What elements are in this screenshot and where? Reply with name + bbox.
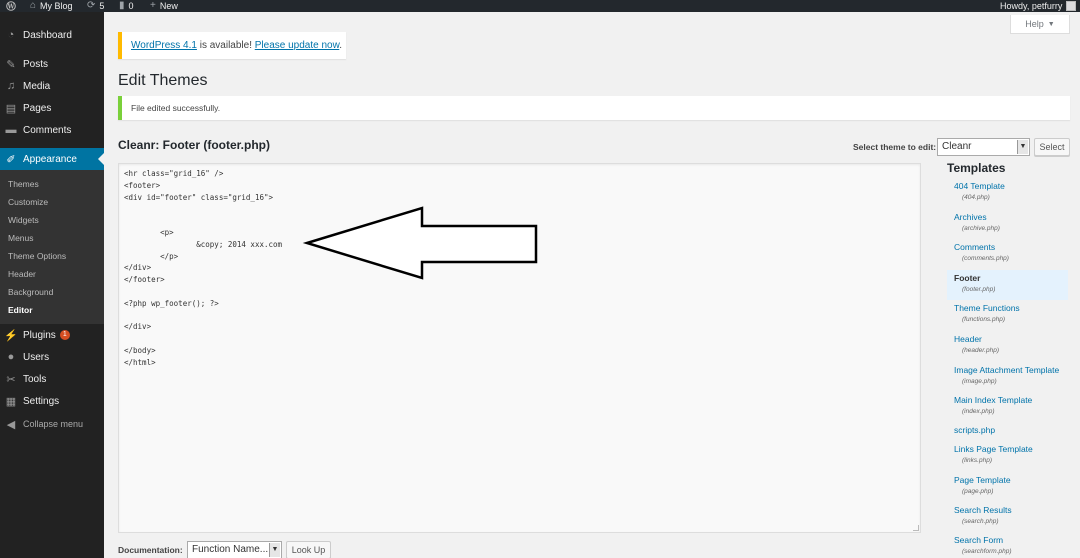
home-icon: ⌂ xyxy=(30,0,37,11)
template-item-footer[interactable]: Footer (footer.php) xyxy=(947,270,1068,300)
template-item-search[interactable]: Search Results (search.php) xyxy=(947,502,1068,532)
sidebar-item-plugins[interactable]: ⚡ Plugins 1 xyxy=(0,324,104,346)
user-icon: ● xyxy=(7,351,15,363)
template-item-404[interactable]: 404 Template (404.php) xyxy=(947,178,1068,208)
settings-icon: ▦ xyxy=(5,395,17,408)
dropdown-arrow-icon: ▼ xyxy=(1017,140,1028,154)
look-up-button[interactable]: Look Up xyxy=(286,541,331,558)
sidebar-item-users[interactable]: ● Users xyxy=(0,346,104,368)
dropdown-arrow-icon: ▼ xyxy=(269,543,280,557)
template-item-archives[interactable]: Archives (archive.php) xyxy=(947,209,1068,239)
help-tab-button[interactable]: Help ▼ xyxy=(1010,15,1070,34)
sidebar-item-posts[interactable]: ✎ Posts xyxy=(0,53,104,75)
documentation-label: Documentation: xyxy=(118,545,183,555)
theme-select[interactable]: Cleanr ▼ xyxy=(937,138,1030,156)
sidebar-item-media[interactable]: ♫ Media xyxy=(0,75,104,97)
wrench-icon: ✂ xyxy=(6,373,16,386)
submenu-item-menus[interactable]: Menus xyxy=(8,231,34,245)
sidebar-item-dashboard[interactable]: ◔ Dashboard xyxy=(0,24,104,46)
comment-bubble-icon: ▮ xyxy=(119,0,125,11)
submenu-item-background[interactable]: Background xyxy=(8,285,53,299)
submenu-item-widgets[interactable]: Widgets xyxy=(8,213,39,227)
template-item-image[interactable]: Image Attachment Template (image.php) xyxy=(947,362,1068,392)
site-name-link[interactable]: ⌂ My Blog xyxy=(30,0,73,12)
file-title: Cleanr: Footer (footer.php) xyxy=(118,138,270,152)
sidebar-item-settings[interactable]: ▦ Settings xyxy=(0,390,104,412)
sidebar-item-appearance[interactable]: ✐ Appearance xyxy=(0,148,104,170)
brush-icon: ✐ xyxy=(6,153,16,166)
code-content: <hr class="grid_16" /> <footer> <div id=… xyxy=(124,169,283,367)
annotation-arrow-icon xyxy=(302,206,538,280)
wordpress-logo-icon[interactable]: W xyxy=(6,0,16,12)
update-notice: WordPress 4.1 is available! Please updat… xyxy=(118,32,346,59)
new-content-link[interactable]: + New xyxy=(150,0,178,12)
media-icon: ♫ xyxy=(6,80,16,92)
refresh-icon: ⟳ xyxy=(87,0,96,11)
plugins-update-badge: 1 xyxy=(59,330,70,340)
templates-heading: Templates xyxy=(947,161,1006,175)
select-theme-button[interactable]: Select xyxy=(1034,138,1070,156)
comment-icon: ▬ xyxy=(5,124,17,136)
plug-icon: ⚡ xyxy=(4,329,18,342)
template-item-functions[interactable]: Theme Functions (functions.php) xyxy=(947,300,1068,330)
collapse-menu-button[interactable]: ◀ Collapse menu xyxy=(0,413,104,435)
page-title: Edit Themes xyxy=(118,72,208,89)
pages-icon: ▤ xyxy=(5,102,17,115)
submenu-item-customize[interactable]: Customize xyxy=(8,195,48,209)
template-item-index[interactable]: Main Index Template (index.php) xyxy=(947,392,1068,422)
admin-bar: W ⌂ My Blog ⟳ 5 ▮ 0 + New Howdy, petfurr… xyxy=(0,0,1080,12)
submenu-item-theme-options[interactable]: Theme Options xyxy=(8,249,66,263)
sidebar-item-comments[interactable]: ▬ Comments xyxy=(0,119,104,141)
collapse-icon: ◀ xyxy=(6,418,16,431)
update-now-link[interactable]: Please update now xyxy=(255,40,340,51)
template-item-searchform[interactable]: Search Form (searchform.php) xyxy=(947,532,1068,558)
pin-icon: ✎ xyxy=(6,58,16,71)
select-theme-label: Select theme to edit: xyxy=(853,142,937,152)
my-account-link[interactable]: Howdy, petfurry xyxy=(1000,0,1077,12)
resize-handle[interactable] xyxy=(913,525,919,531)
template-item-header[interactable]: Header (header.php) xyxy=(947,331,1068,361)
template-item-comments[interactable]: Comments (comments.php) xyxy=(947,239,1068,269)
avatar xyxy=(1066,1,1077,11)
svg-text:W: W xyxy=(7,3,15,10)
submenu-item-themes[interactable]: Themes xyxy=(8,177,39,191)
template-item-links[interactable]: Links Page Template (links.php) xyxy=(947,441,1068,471)
template-item-page[interactable]: Page Template (page.php) xyxy=(947,472,1068,502)
dashboard-icon: ◔ xyxy=(7,29,15,41)
caret-down-icon: ▼ xyxy=(1047,20,1055,28)
success-notice: File edited successfully. xyxy=(118,96,1070,120)
plus-icon: + xyxy=(150,0,156,11)
documentation-select[interactable]: Function Name... ▼ xyxy=(187,541,282,558)
appearance-submenu: Themes Customize Widgets Menus Theme Opt… xyxy=(0,170,104,324)
sidebar-item-tools[interactable]: ✂ Tools xyxy=(0,368,104,390)
submenu-item-header[interactable]: Header xyxy=(8,267,36,281)
wordpress-version-link[interactable]: WordPress 4.1 xyxy=(131,40,197,51)
updates-link[interactable]: ⟳ 5 xyxy=(87,0,104,12)
admin-sidebar: ◔ Dashboard ✎ Posts ♫ Media ▤ Pages ▬ Co… xyxy=(0,12,104,558)
comments-link[interactable]: ▮ 0 xyxy=(119,0,134,12)
sidebar-item-pages[interactable]: ▤ Pages xyxy=(0,97,104,119)
submenu-item-editor[interactable]: Editor xyxy=(8,303,33,317)
